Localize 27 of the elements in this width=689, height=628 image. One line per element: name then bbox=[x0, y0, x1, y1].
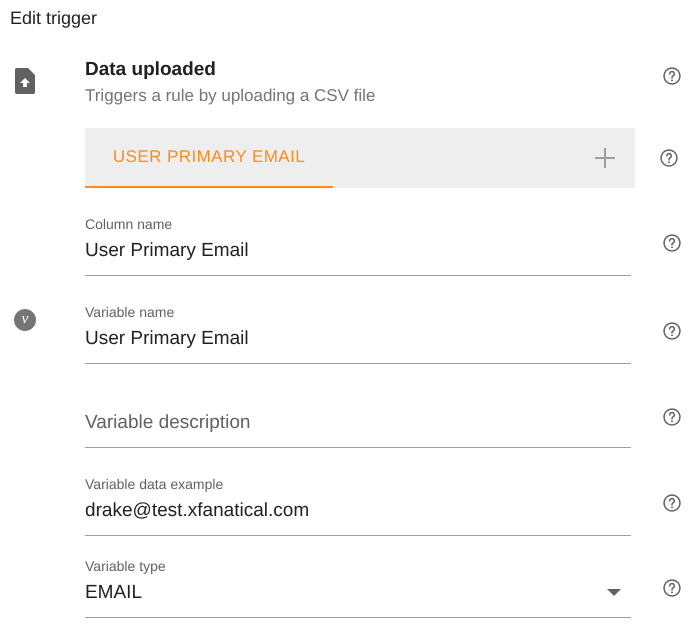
type-select[interactable]: Variable type EMAIL bbox=[85, 536, 631, 618]
help-icon[interactable] bbox=[659, 148, 679, 168]
field-value: User Primary Email bbox=[85, 327, 250, 351]
field-label: Variable data example bbox=[85, 475, 224, 494]
help-icon[interactable] bbox=[662, 407, 682, 427]
trigger-name: Data uploaded bbox=[85, 58, 217, 82]
variable-icon: v bbox=[14, 309, 36, 331]
dropdown-arrow-icon bbox=[607, 589, 621, 597]
text-field[interactable]: Column name User Primary Email bbox=[85, 188, 631, 276]
help-icon[interactable] bbox=[662, 233, 682, 253]
help-icon[interactable] bbox=[662, 66, 682, 86]
help-icon[interactable] bbox=[662, 493, 682, 513]
field-label: Variable type bbox=[85, 557, 167, 576]
field-label: Variable name bbox=[85, 303, 176, 322]
field-value: EMAIL bbox=[85, 581, 144, 605]
field-label: Column name bbox=[85, 215, 174, 234]
help-icon[interactable] bbox=[662, 321, 682, 341]
field-placeholder: Variable description bbox=[85, 411, 252, 435]
trigger-description: Triggers a rule by uploading a CSV file bbox=[85, 85, 376, 107]
field-value: drake@test.xfanatical.com bbox=[85, 499, 310, 523]
dialog-title: Edit trigger bbox=[9, 7, 98, 30]
text-field[interactable]: Variable name User Primary Email bbox=[85, 276, 631, 364]
help-icon[interactable] bbox=[662, 578, 682, 598]
text-field[interactable]: Variable description bbox=[85, 364, 631, 448]
text-field[interactable]: Variable data example drake@test.xfanatical.com bbox=[85, 448, 631, 536]
field-value: User Primary Email bbox=[85, 239, 250, 263]
file-upload-icon bbox=[15, 68, 35, 94]
